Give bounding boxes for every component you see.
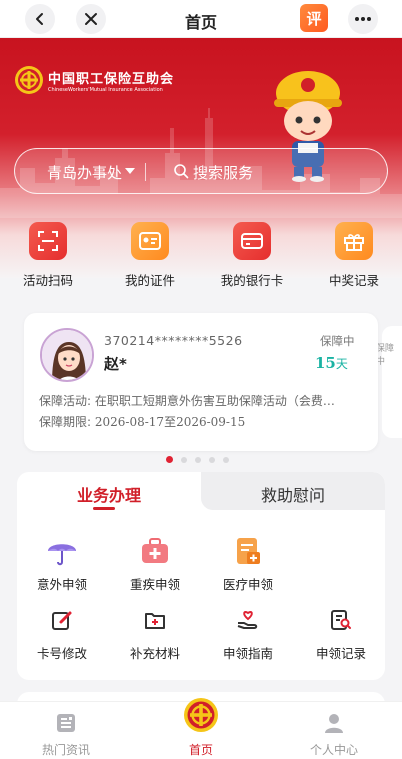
- quick-entry-label: 我的证件: [124, 273, 175, 288]
- period-value: 2026-08-17至2026-09-15: [94, 415, 246, 429]
- coverage-status: 保障中: [320, 334, 355, 348]
- gift-icon: [335, 222, 373, 260]
- period-row: 保障期限: 2026-08-17至2026-09-15: [39, 413, 245, 430]
- page-title: 首页: [184, 13, 217, 32]
- service-claim-guide[interactable]: 申领指南: [203, 603, 293, 662]
- bottom-nav-label: 个人中心: [309, 743, 358, 757]
- quick-entry-bank-card[interactable]: 我的银行卡: [212, 222, 292, 289]
- carousel-dot[interactable]: [181, 456, 187, 463]
- activity-row: 保障活动: 在职职工短期意外伤害互助保障活动（会费…: [39, 392, 366, 409]
- folder-add-icon: [138, 603, 172, 637]
- city-selector[interactable]: 青岛办事处: [47, 162, 122, 183]
- quick-entry-label: 中奖记录: [328, 273, 379, 288]
- hand-heart-icon: [231, 603, 265, 637]
- bank-card-icon: [233, 222, 271, 260]
- service-label: 卡号修改: [36, 646, 87, 661]
- person-icon: [274, 710, 394, 736]
- id-card-icon: [131, 222, 169, 260]
- search-input[interactable]: 搜索服务: [193, 162, 253, 183]
- bottom-nav-profile[interactable]: 个人中心: [274, 710, 394, 758]
- coverage-days: 15天: [315, 354, 348, 372]
- more-button[interactable]: [348, 4, 378, 34]
- logo-english-name: ChineseWorkers'Mutual Insurance Associat…: [48, 86, 163, 93]
- service-label: 医疗申领: [222, 577, 273, 592]
- bottom-nav-home[interactable]: 首页: [141, 698, 261, 758]
- caret-down-icon[interactable]: [125, 168, 135, 174]
- medical-kit-icon: [138, 534, 172, 568]
- carousel-dot[interactable]: [209, 456, 215, 463]
- member-card[interactable]: 370214********5526 赵* 保障中 15天 保障活动: 在职职工…: [24, 313, 378, 451]
- quick-entry-activity-scan[interactable]: 活动扫码: [8, 222, 88, 289]
- service-label: 重疾申领: [129, 577, 180, 592]
- search-divider: [145, 163, 146, 181]
- service-label: 意外申领: [36, 577, 87, 592]
- more-dots-icon: [355, 17, 371, 21]
- quick-entry-label: 我的银行卡: [220, 273, 284, 288]
- review-badge-text: 评: [306, 9, 322, 28]
- coverage-days-value: 15: [315, 354, 336, 372]
- news-icon: [6, 710, 126, 736]
- period-label: 保障期限:: [39, 415, 92, 429]
- search-icon[interactable]: [173, 163, 189, 179]
- service-label: 申领指南: [222, 646, 273, 661]
- carousel-dot[interactable]: [195, 456, 201, 463]
- quick-entry-label: 活动扫码: [22, 273, 73, 288]
- umbrella-icon: [45, 534, 79, 568]
- carousel-indicator: [166, 456, 229, 463]
- bottom-navigation: 热门资讯 首页 个人中心: [0, 698, 402, 759]
- carousel-dot-active[interactable]: [166, 456, 173, 463]
- emblem-icon: [184, 698, 218, 732]
- service-claim-records[interactable]: 申领记录: [296, 603, 385, 662]
- tab-business[interactable]: 业务办理: [17, 482, 201, 506]
- avatar: [40, 328, 94, 382]
- top-nav-bar: 首页 评: [0, 0, 402, 38]
- service-label: 申领记录: [315, 646, 366, 661]
- service-label: 补充材料: [129, 646, 180, 661]
- member-id-number: 370214********5526: [104, 333, 243, 348]
- service-accident-claim[interactable]: 意外申领: [17, 534, 107, 593]
- service-critical-illness-claim[interactable]: 重疾申领: [110, 534, 200, 593]
- emblem-icon: [15, 66, 43, 94]
- association-logo: 中国职工保险互助会 ChineseWorkers'Mutual Insuranc…: [14, 65, 174, 95]
- bottom-nav-label: 首页: [188, 743, 213, 757]
- member-name: 赵*: [104, 355, 127, 373]
- next-card-status: 保障中: [376, 344, 395, 367]
- quick-entries: 活动扫码 我的证件 我的银行卡 中奖记录: [0, 222, 402, 292]
- search-bar: 青岛办事处 搜索服务: [14, 148, 388, 194]
- quick-entry-prize-records[interactable]: 中奖记录: [314, 222, 394, 289]
- coverage-days-unit: 天: [335, 357, 348, 371]
- activity-value: 在职职工短期意外伤害互助保障活动（会费…: [94, 394, 335, 408]
- activity-label: 保障活动:: [39, 394, 92, 408]
- service-supplement-materials[interactable]: 补充材料: [110, 603, 200, 662]
- review-badge-button[interactable]: 评: [300, 4, 328, 32]
- service-medical-claim[interactable]: 医疗申领: [203, 534, 293, 593]
- scan-icon: [29, 222, 67, 260]
- tab-relief[interactable]: 救助慰问: [201, 482, 385, 506]
- active-tab-indicator: [93, 507, 115, 510]
- medical-document-icon: [231, 534, 265, 568]
- quick-entry-my-id[interactable]: 我的证件: [110, 222, 190, 289]
- logo-chinese-name: 中国职工保险互助会: [48, 71, 175, 87]
- carousel-dot[interactable]: [223, 456, 229, 463]
- edit-icon: [45, 603, 79, 637]
- service-card-number-edit[interactable]: 卡号修改: [17, 603, 107, 662]
- emblem-icon-container: [141, 698, 261, 736]
- business-panel: 业务办理 救助慰问 意外申领 重疾申领 医疗申领 卡号修改 补充材料 申领指南 …: [17, 472, 385, 680]
- bottom-nav-label: 热门资讯: [41, 743, 90, 757]
- record-search-icon: [324, 603, 358, 637]
- bottom-nav-news[interactable]: 热门资讯: [6, 710, 126, 758]
